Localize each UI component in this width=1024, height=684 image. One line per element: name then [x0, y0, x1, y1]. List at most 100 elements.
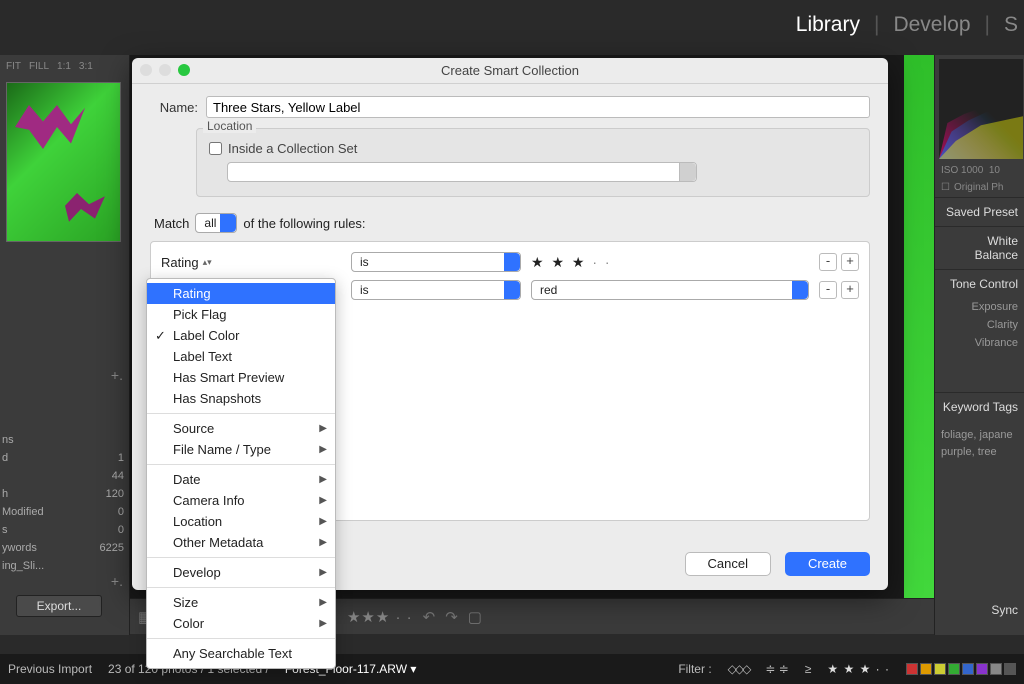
zoom-fill[interactable]: FILL — [29, 61, 49, 72]
export-button[interactable]: Export... — [16, 595, 102, 617]
minimize-icon[interactable] — [159, 64, 171, 76]
menu-item[interactable]: Develop▶ — [147, 562, 335, 583]
menu-item[interactable]: Other Metadata▶ — [147, 532, 335, 553]
crop-icon[interactable]: ▢ — [468, 608, 482, 626]
zoom-controls: FIT FILL 1:1 3:1 — [0, 55, 129, 80]
dialog-titlebar[interactable]: Create Smart Collection — [132, 58, 888, 84]
list-item[interactable]: Modified0 — [0, 503, 130, 521]
dialog-title: Create Smart Collection — [441, 63, 579, 78]
inside-set-label: Inside a Collection Set — [228, 141, 357, 156]
list-item[interactable]: d1 — [0, 449, 130, 467]
menu-item[interactable]: Source▶ — [147, 418, 335, 439]
filter-rating-stars[interactable]: ★ ★ ★ · · — [827, 662, 890, 676]
slider-exposure[interactable]: Exposure — [935, 298, 1024, 316]
collection-set-select[interactable]: ▴▾ — [227, 162, 697, 182]
list-item[interactable]: h120 — [0, 485, 130, 503]
color-chip[interactable] — [976, 663, 988, 675]
panel-keyword-tags[interactable]: Keyword Tags — [935, 392, 1024, 421]
menu-item[interactable]: File Name / Type▶ — [147, 439, 335, 460]
zoom-fit[interactable]: FIT — [6, 61, 21, 72]
nav-separator: | — [874, 13, 879, 37]
value-select[interactable]: red▴▾ — [531, 280, 809, 300]
color-chip[interactable] — [962, 663, 974, 675]
rating-stars[interactable]: ★★★ · · — [347, 608, 413, 626]
checkbox-icon[interactable]: ☐ — [941, 182, 950, 193]
panel-add-icon[interactable]: +. — [111, 573, 123, 589]
menu-item[interactable]: Date▶ — [147, 469, 335, 490]
color-chip[interactable] — [990, 663, 1002, 675]
color-chip[interactable] — [1004, 663, 1016, 675]
filter-color-labels — [906, 663, 1016, 675]
module-develop[interactable]: Develop — [893, 13, 970, 37]
list-item[interactable]: ywords6225 — [0, 539, 130, 557]
original-photo-label: Original Ph — [954, 182, 1003, 193]
zoom-1to1[interactable]: 1:1 — [57, 61, 71, 72]
menu-item[interactable]: Size▶ — [147, 592, 335, 613]
navigator-thumbnail[interactable] — [6, 82, 121, 242]
close-icon[interactable] — [140, 64, 152, 76]
iso-label: ISO 1000 — [941, 165, 983, 176]
left-panel: FIT FILL 1:1 3:1 +. ns d1 44 h120 Modifi… — [0, 55, 130, 635]
match-mode-select[interactable]: all▴▾ — [195, 213, 237, 233]
criteria-select[interactable]: Rating▴▾ — [161, 255, 341, 270]
source-label[interactable]: Previous Import — [8, 662, 92, 676]
name-label: Name: — [150, 100, 198, 115]
name-input[interactable] — [206, 96, 870, 118]
operator-select[interactable]: is▴▾ — [351, 280, 521, 300]
location-heading: Location — [203, 119, 256, 133]
list-item[interactable]: 44 — [0, 467, 130, 485]
slider-vibrance[interactable]: Vibrance — [935, 334, 1024, 352]
create-button[interactable]: Create — [785, 552, 870, 576]
histogram[interactable] — [939, 59, 1023, 159]
rating-value[interactable]: ★ ★ ★ · · — [531, 254, 809, 271]
list-item[interactable]: ns — [0, 431, 130, 449]
zoom-3to1[interactable]: 3:1 — [79, 61, 93, 72]
criteria-dropdown: RatingPick FlagLabel Color✓Label TextHas… — [146, 278, 336, 669]
list-item[interactable]: s0 — [0, 521, 130, 539]
filter-rating-op[interactable]: ≥ — [805, 662, 812, 676]
match-label-post: of the following rules: — [243, 216, 365, 231]
right-panel: ISO 1000 10 ☐Original Ph Saved Preset Wh… — [934, 55, 1024, 635]
add-rule-button[interactable]: + — [841, 253, 859, 271]
location-group: Location Inside a Collection Set ▴▾ — [196, 128, 870, 197]
inside-set-checkbox[interactable] — [209, 142, 222, 155]
remove-rule-button[interactable]: - — [819, 281, 837, 299]
panel-saved-preset[interactable]: Saved Preset — [935, 197, 1024, 226]
color-chip[interactable] — [906, 663, 918, 675]
menu-item[interactable]: Pick Flag — [147, 304, 335, 325]
menu-item[interactable]: Has Snapshots — [147, 388, 335, 409]
sync-button[interactable]: Sync — [991, 603, 1018, 617]
cancel-button[interactable]: Cancel — [685, 552, 771, 576]
menu-item[interactable]: Has Smart Preview — [147, 367, 335, 388]
filter-flags-icon[interactable]: ◇◇◇ — [728, 662, 750, 676]
menu-item[interactable]: Camera Info▶ — [147, 490, 335, 511]
color-chip[interactable] — [934, 663, 946, 675]
menu-item[interactable]: Color▶ — [147, 613, 335, 634]
rotate-ccw-icon[interactable]: ↶ — [423, 608, 436, 626]
filter-attributes-icon[interactable]: ≑ ≑ — [765, 662, 788, 676]
panel-add-icon[interactable]: +. — [111, 367, 123, 383]
module-library[interactable]: Library — [796, 13, 860, 37]
panel-tone-control[interactable]: Tone Control — [935, 269, 1024, 298]
menu-item[interactable]: Any Searchable Text — [147, 643, 335, 664]
menu-item[interactable]: Location▶ — [147, 511, 335, 532]
color-chip[interactable] — [920, 663, 932, 675]
catalog-list: ns d1 44 h120 Modified0 s0 ywords6225 in… — [0, 431, 130, 575]
remove-rule-button[interactable]: - — [819, 253, 837, 271]
slider-clarity[interactable]: Clarity — [935, 316, 1024, 334]
operator-select[interactable]: is▴▾ — [351, 252, 521, 272]
menu-item[interactable]: Label Text — [147, 346, 335, 367]
nav-separator: | — [985, 13, 990, 37]
match-label-pre: Match — [154, 216, 189, 231]
rotate-cw-icon[interactable]: ↷ — [445, 608, 458, 626]
color-chip[interactable] — [948, 663, 960, 675]
panel-white-balance[interactable]: White Balance — [935, 226, 1024, 269]
zoom-icon[interactable] — [178, 64, 190, 76]
rule-row: Rating▴▾ is▴▾ ★ ★ ★ · · - + — [161, 248, 859, 276]
module-next[interactable]: S — [1004, 13, 1018, 37]
add-rule-button[interactable]: + — [841, 281, 859, 299]
filter-label: Filter : — [678, 662, 711, 676]
menu-item[interactable]: Label Color✓ — [147, 325, 335, 346]
module-picker: Library | Develop | S — [796, 0, 1024, 50]
menu-item[interactable]: Rating — [147, 283, 335, 304]
